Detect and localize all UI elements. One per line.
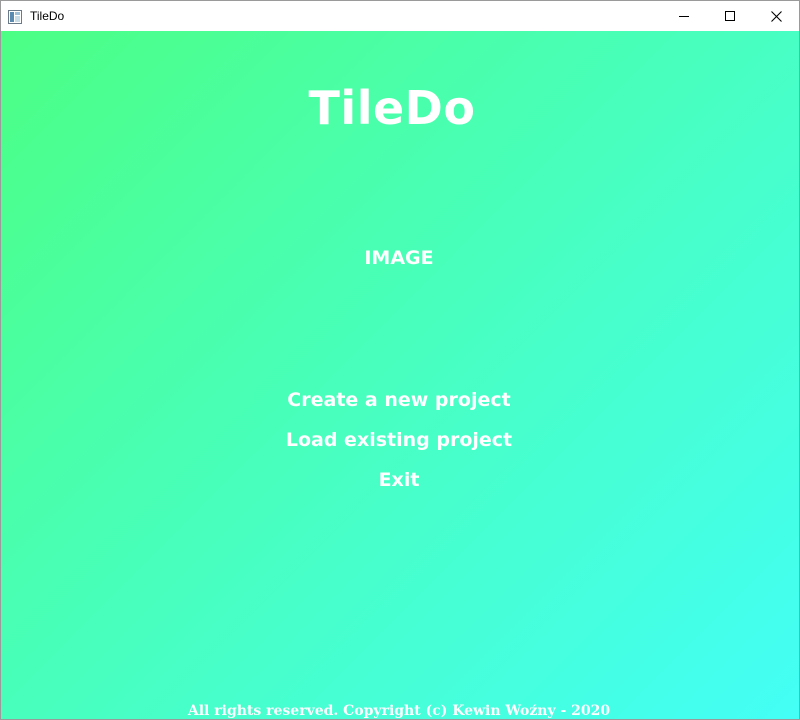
main-menu: Create a new project Load existing proje… [1,386,799,506]
load-project-button[interactable]: Load existing project [286,426,512,466]
title-bar[interactable]: TileDo [1,1,799,31]
copyright-footer: All rights reserved. Copyright (c) Kewin… [187,703,611,719]
exit-button[interactable]: Exit [379,466,420,506]
app-window: TileDo TileDo IMAGE Create a new project… [0,0,800,720]
main-content: TileDo IMAGE Create a new project Load e… [1,31,799,719]
window-controls [661,1,799,31]
close-icon [770,10,782,22]
maximize-button[interactable] [707,1,753,31]
minimize-button[interactable] [661,1,707,31]
app-icon [8,9,22,24]
create-project-button[interactable]: Create a new project [287,386,510,426]
window-title: TileDo [30,9,65,23]
app-title: TileDo [308,81,476,135]
close-button[interactable] [753,1,799,31]
image-placeholder: IMAGE [364,247,434,269]
minimize-icon [679,11,689,21]
maximize-icon [725,11,735,21]
